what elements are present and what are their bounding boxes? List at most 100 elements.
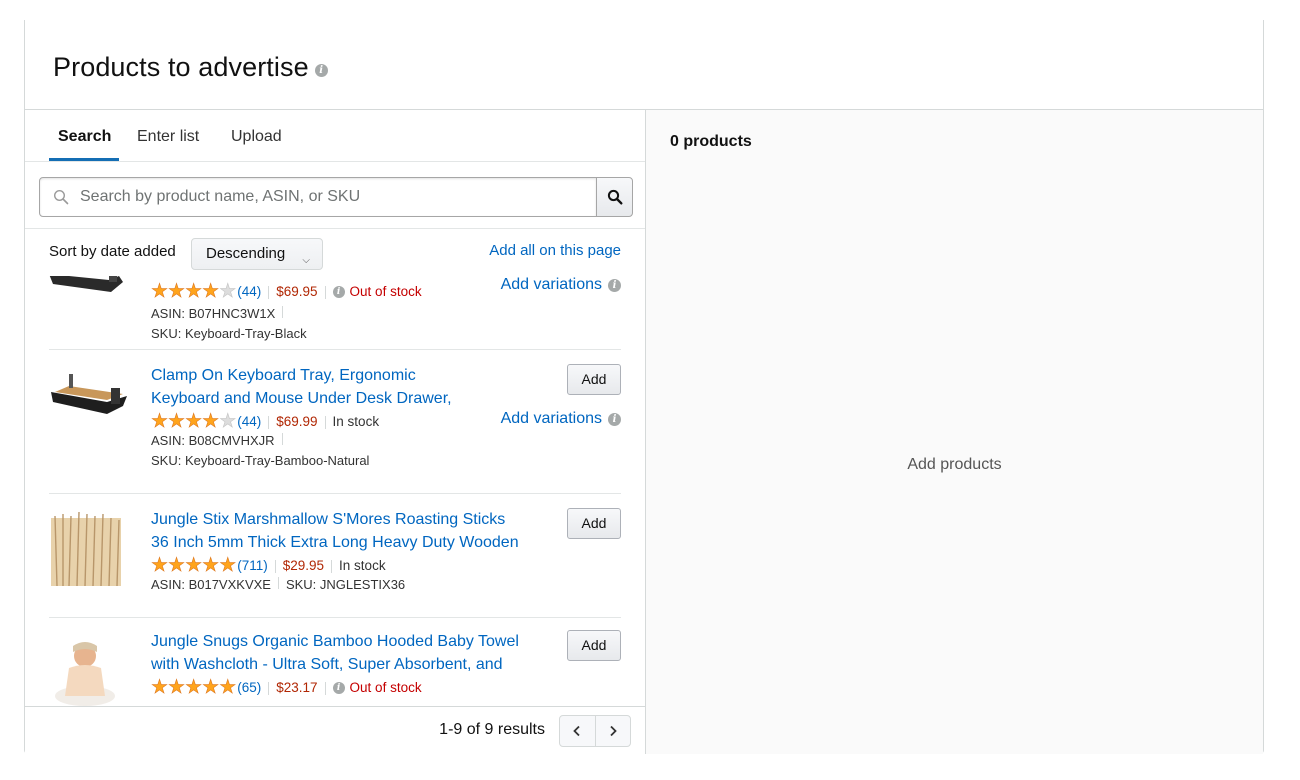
add-variations-label: Add variations [500, 410, 602, 427]
star-icon: ★ [168, 555, 186, 576]
pagination-bar: 1-9 of 9 results [25, 706, 645, 754]
list-item: Jungle Snugs Organic Bamboo Hooded Baby … [49, 618, 621, 706]
list-item: Jungle Stix Marshmallow S'Mores Roasting… [49, 494, 621, 618]
asin: ASIN: B08CMVHXJR [151, 433, 275, 448]
asin-line: ASIN: B07HNC3W1X [151, 304, 541, 324]
add-all-on-page-link[interactable]: Add all on this page [489, 242, 621, 259]
divider [274, 559, 276, 573]
product-meta: ★ ★ ★ ★ ★ (711) $29.95 In stock [151, 555, 541, 576]
star-icon: ★ [151, 281, 169, 302]
sku: SKU: Keyboard-Tray-Black [151, 326, 307, 341]
star-icon: ★ [168, 677, 186, 698]
chevron-down-icon: ⌵ [302, 255, 310, 266]
product-thumbnail [49, 276, 123, 292]
divider [331, 559, 333, 573]
list-item: ★ ★ ★ ★ ★ (44) $69.95 i Out of stock ASIN: B… [49, 276, 621, 350]
product-thumbnail [51, 374, 127, 414]
divider [268, 285, 270, 299]
star-empty-icon: ★ [219, 281, 237, 302]
search-button[interactable] [596, 177, 633, 217]
divider [268, 415, 270, 429]
product-meta: ★ ★ ★ ★ ★ (65) $23.17 i Out of stock [151, 677, 541, 698]
panel-title-text: Products to advertise [53, 52, 309, 82]
review-count[interactable]: (65) [237, 679, 261, 697]
sort-label: Sort by date added [49, 243, 176, 260]
previous-page-button[interactable] [560, 716, 595, 746]
stock-status: In stock [332, 414, 380, 429]
add-variations-link[interactable]: Add variations i [501, 276, 621, 294]
sku: SKU: Keyboard-Tray-Bamboo-Natural [151, 453, 370, 468]
divider [324, 415, 326, 429]
divider [282, 306, 284, 318]
stock-status: i Out of stock [332, 679, 422, 697]
sku-line: SKU: Keyboard-Tray-Black [151, 324, 541, 344]
selected-products-count: 0 products [670, 133, 752, 150]
add-button[interactable]: Add [567, 630, 621, 661]
search-icon [53, 189, 69, 205]
product-title-line: Clamp On Keyboard Tray, Ergonomic [151, 367, 416, 384]
tab-upload[interactable]: Upload [231, 128, 282, 146]
star-icon: ★ [168, 411, 186, 432]
product-title-line: 36 Inch 5mm Thick Extra Long Heavy Duty … [151, 534, 519, 551]
product-info: Clamp On Keyboard Tray, Ergonomic Keyboa… [151, 364, 541, 471]
results-count: 1-9 of 9 results [439, 721, 545, 738]
divider [324, 681, 326, 695]
star-icon: ★ [202, 411, 220, 432]
sku: SKU: JNGLESTIX36 [285, 577, 406, 592]
asin: ASIN: B017VXKVXE [151, 577, 271, 592]
product-title-link[interactable]: Jungle Stix Marshmallow S'Mores Roasting… [151, 508, 541, 554]
product-title-line: with Washcloth - Ultra Soft, Super Absor… [151, 656, 503, 673]
info-icon: i [332, 682, 345, 694]
product-title-link[interactable]: Jungle Snugs Organic Bamboo Hooded Baby … [151, 630, 541, 676]
add-button[interactable]: Add [567, 364, 621, 395]
star-icon: ★ [185, 411, 203, 432]
star-empty-icon: ★ [219, 411, 237, 432]
info-icon[interactable]: i [314, 64, 328, 77]
sort-order-dropdown[interactable]: Descending ⌵ [191, 238, 323, 270]
search-bar [39, 177, 642, 217]
active-tab-indicator [49, 158, 119, 161]
empty-state-message: Add products [907, 456, 1002, 473]
product-info: Jungle Stix Marshmallow S'Mores Roasting… [151, 508, 541, 595]
add-variations-link[interactable]: Add variations i [501, 410, 621, 428]
divider [281, 433, 283, 445]
add-button[interactable]: Add [567, 508, 621, 539]
star-rating: ★ ★ ★ ★ ★ [151, 555, 237, 576]
search-input[interactable] [39, 177, 597, 217]
product-search-column: Search Enter list Upload Sort by date ad… [25, 110, 646, 754]
star-icon: ★ [185, 281, 203, 302]
info-icon: i [608, 278, 621, 292]
tab-enter-list[interactable]: Enter list [137, 128, 199, 146]
star-icon: ★ [219, 677, 237, 698]
search-results-list: ★ ★ ★ ★ ★ (44) $69.95 i Out of stock ASIN: B… [25, 276, 645, 706]
product-title-line: Jungle Stix Marshmallow S'Mores Roasting… [151, 511, 506, 528]
price: $69.95 [276, 284, 318, 299]
add-variations-label: Add variations [500, 276, 602, 293]
sku-line: SKU: Keyboard-Tray-Bamboo-Natural [151, 451, 541, 471]
product-title-link[interactable]: Clamp On Keyboard Tray, Ergonomic Keyboa… [151, 364, 541, 410]
selected-products-column: 0 products Add products [646, 110, 1263, 754]
star-rating: ★ ★ ★ ★ ★ [151, 677, 237, 698]
star-icon: ★ [168, 281, 186, 302]
products-to-advertise-panel: Products to advertise i Search Enter lis… [24, 20, 1264, 754]
tab-search[interactable]: Search [58, 128, 111, 146]
price: $69.99 [276, 414, 318, 429]
star-icon: ★ [151, 677, 169, 698]
price: $23.17 [276, 680, 318, 695]
stock-status: i Out of stock [332, 283, 422, 301]
review-count[interactable]: (711) [237, 557, 268, 575]
product-info: Jungle Snugs Organic Bamboo Hooded Baby … [151, 630, 541, 697]
divider [324, 285, 326, 299]
star-icon: ★ [185, 677, 203, 698]
star-icon: ★ [202, 677, 220, 698]
review-count[interactable]: (44) [237, 413, 261, 431]
pager [559, 715, 631, 747]
info-icon: i [608, 412, 621, 426]
asin-sku-line: ASIN: B017VXKVXE SKU: JNGLESTIX36 [151, 575, 541, 595]
product-info: ★ ★ ★ ★ ★ (44) $69.95 i Out of stock ASIN: B… [151, 280, 541, 344]
next-page-button[interactable] [594, 716, 630, 746]
product-thumbnail [55, 642, 115, 706]
review-count[interactable]: (44) [237, 283, 261, 301]
panel-header: Products to advertise i [25, 20, 1263, 110]
star-icon: ★ [202, 555, 220, 576]
